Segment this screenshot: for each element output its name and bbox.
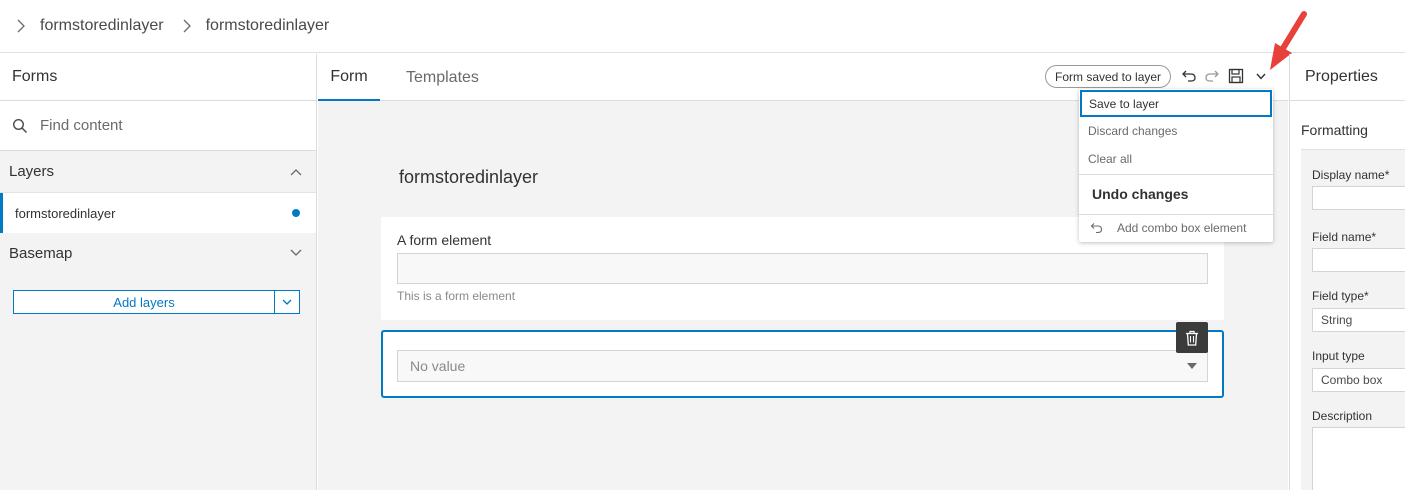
basemap-section-label: Basemap: [9, 244, 73, 262]
description-textarea[interactable]: [1312, 427, 1405, 490]
breadcrumb-item-layer[interactable]: formstoredinlayer: [206, 17, 330, 35]
input-type-label: Input type: [1312, 349, 1365, 363]
chevron-down-icon: [290, 249, 302, 256]
menu-item-clear-all[interactable]: Clear all: [1079, 145, 1273, 173]
selected-dot-icon: [292, 209, 300, 217]
tab-form[interactable]: Form: [318, 54, 380, 101]
input-type-select[interactable]: Combo box: [1312, 368, 1405, 392]
tab-templates[interactable]: Templates: [406, 54, 479, 101]
delete-element-button[interactable]: [1176, 322, 1208, 353]
add-layers-button[interactable]: Add layers: [14, 291, 275, 313]
layer-item-label: formstoredinlayer: [15, 205, 116, 221]
save-options-menu: Save to layer Discard changes Clear all …: [1079, 89, 1273, 242]
add-layers-split-button: Add layers: [13, 290, 300, 314]
redo-button[interactable]: [1202, 66, 1222, 86]
breadcrumb-item-map[interactable]: formstoredinlayer: [40, 17, 164, 35]
form-title[interactable]: formstoredinlayer: [399, 167, 538, 188]
save-button[interactable]: [1226, 66, 1246, 86]
layer-item-formstoredinlayer[interactable]: formstoredinlayer: [0, 193, 316, 233]
search-input[interactable]: Find content: [0, 101, 316, 151]
layers-section-label: Layers: [9, 163, 55, 180]
undo-item-label: Add combo box element: [1117, 221, 1247, 235]
menu-item-save-to-layer[interactable]: Save to layer: [1080, 90, 1272, 117]
chevron-up-icon: [290, 168, 302, 175]
save-status-badge: Form saved to layer: [1045, 65, 1172, 88]
field-type-label: Field type*: [1312, 289, 1369, 303]
undo-icon: [1090, 223, 1103, 234]
forms-panel: Forms Find content Layers formstoredinla…: [0, 54, 317, 490]
save-icon: [1228, 68, 1244, 84]
search-icon: [12, 118, 28, 133]
combo-box-placeholder: No value: [410, 358, 466, 374]
search-placeholder: Find content: [40, 117, 123, 134]
properties-panel: Properties Formatting Display name* Fiel…: [1289, 54, 1405, 490]
field-name-label: Field name*: [1312, 230, 1377, 244]
basemap-section-header[interactable]: Basemap: [0, 233, 316, 273]
combo-box-element-card[interactable]: No value: [381, 330, 1224, 398]
display-name-label: Display name*: [1312, 168, 1390, 182]
field-type-select[interactable]: String: [1312, 308, 1405, 332]
menu-item-undo-add-combo-box[interactable]: Add combo box element: [1079, 215, 1273, 241]
chevron-down-icon: [1256, 73, 1266, 80]
field-name-field[interactable]: [1312, 248, 1405, 272]
undo-changes-heading: Undo changes: [1092, 186, 1189, 202]
chevron-down-icon: [282, 299, 292, 305]
form-element-label: A form element: [397, 232, 492, 248]
form-element-hint: This is a form element: [397, 289, 516, 303]
forms-panel-title: Forms: [0, 54, 316, 101]
redo-icon: [1205, 70, 1219, 82]
layers-section-header[interactable]: Layers: [0, 151, 316, 193]
description-label: Description: [1312, 409, 1373, 423]
combo-box-select[interactable]: No value: [397, 350, 1208, 382]
display-name-field[interactable]: [1312, 186, 1405, 210]
breadcrumb: formstoredinlayer formstoredinlayer: [0, 0, 1405, 53]
add-layers-dropdown-button[interactable]: [275, 291, 299, 313]
properties-panel-title: Properties: [1290, 54, 1405, 101]
undo-icon: [1182, 70, 1196, 82]
chevron-right-icon: [180, 16, 194, 36]
trash-icon: [1186, 330, 1198, 346]
properties-body: Display name* Field name* Field type* St…: [1301, 149, 1405, 490]
form-element-input[interactable]: [397, 253, 1208, 284]
formatting-section-header[interactable]: Formatting: [1301, 122, 1368, 138]
menu-item-discard-changes[interactable]: Discard changes: [1079, 117, 1273, 145]
caret-down-icon: [1187, 363, 1197, 369]
undo-button[interactable]: [1179, 66, 1199, 86]
chevron-right-icon: [14, 16, 28, 36]
